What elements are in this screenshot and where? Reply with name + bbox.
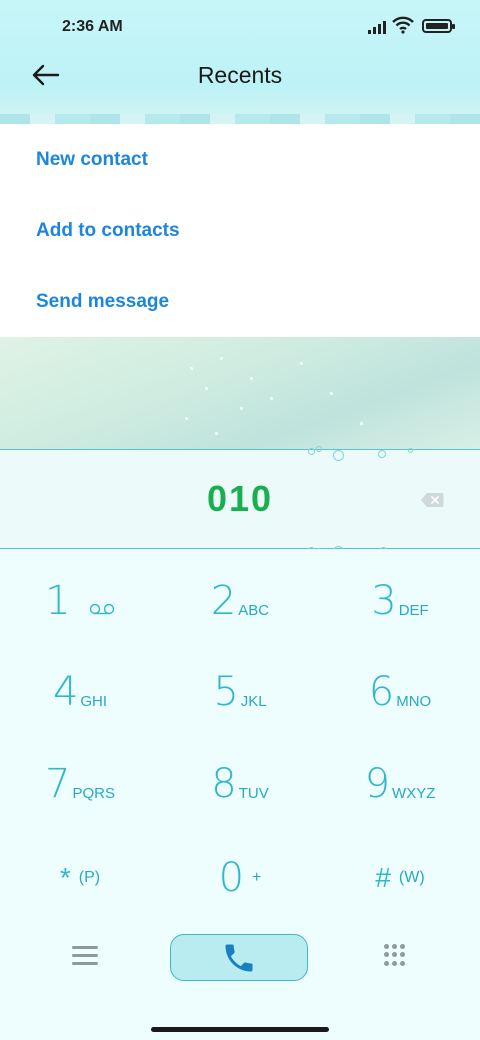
key-digit: 1 [45,578,71,624]
add-to-contacts-option[interactable]: Add to contacts [0,195,480,266]
key-letters: (P) [78,869,101,886]
key-star[interactable]: * (P) [0,833,160,923]
key-digit: 0 [218,855,245,901]
key-letters: TUV [238,784,269,802]
status-bar: 2:36 AM [0,0,480,56]
key-letters: JKL [240,692,267,710]
call-button[interactable] [170,934,308,981]
key-2[interactable]: 2 ABC [160,556,320,646]
key-9[interactable]: 9 WXYZ [320,739,480,829]
key-hash[interactable]: # (W) [320,833,480,923]
key-letters: WXYZ [392,784,436,802]
key-digit: 6 [368,669,395,715]
signal-icon [368,20,388,34]
battery-icon [422,19,455,33]
backspace-icon[interactable] [420,492,444,508]
key-digit: 4 [52,669,79,715]
key-letters: ABC [238,601,270,619]
dialer-actions [0,929,480,999]
key-digit: 7 [45,761,71,807]
key-letters: PQRS [72,784,115,802]
key-symbol: # [375,862,391,893]
action-menu: New contact Add to contacts Send message [0,124,480,337]
key-digit: 5 [213,669,239,715]
page-title: Recents [197,62,283,88]
header-wave-decoration [0,114,480,124]
key-letters: MNO [396,692,432,710]
key-0[interactable]: 0 + [160,833,320,923]
key-3[interactable]: 3 DEF [320,556,480,646]
key-letters: DEF [398,601,429,619]
header: 2:36 AM Recents [0,0,480,124]
key-1[interactable]: 1 [0,556,160,646]
dialpad: 1 2 ABC 3 DEF 4 GHI 5 JKL 6 MNO 7 PQRS 8… [0,549,480,929]
voicemail-icon [89,603,114,615]
new-contact-option[interactable]: New contact [0,124,480,195]
key-5[interactable]: 5 JKL [160,647,320,737]
dialed-number: 010 [206,478,274,519]
key-digit: 8 [211,761,237,807]
key-7[interactable]: 7 PQRS [0,739,160,829]
send-message-option[interactable]: Send message [0,266,480,337]
hamburger-icon[interactable] [72,946,98,968]
key-letters: (W) [398,869,425,886]
home-indicator[interactable] [151,1027,329,1032]
phone-icon [225,944,253,971]
key-digit: 9 [364,761,391,807]
key-4[interactable]: 4 GHI [0,647,160,737]
number-display: 010 [0,446,480,557]
wifi-icon [392,16,414,34]
key-symbol: * [59,862,71,893]
key-8[interactable]: 8 TUV [160,739,320,829]
key-digit: 3 [371,578,397,624]
key-letters: + [252,869,262,886]
key-letters: GHI [80,692,108,710]
key-6[interactable]: 6 MNO [320,647,480,737]
theme-background [0,337,480,449]
key-digit: 2 [210,578,237,624]
dialpad-grid-icon[interactable] [384,944,406,966]
status-time: 2:36 AM [62,18,123,35]
